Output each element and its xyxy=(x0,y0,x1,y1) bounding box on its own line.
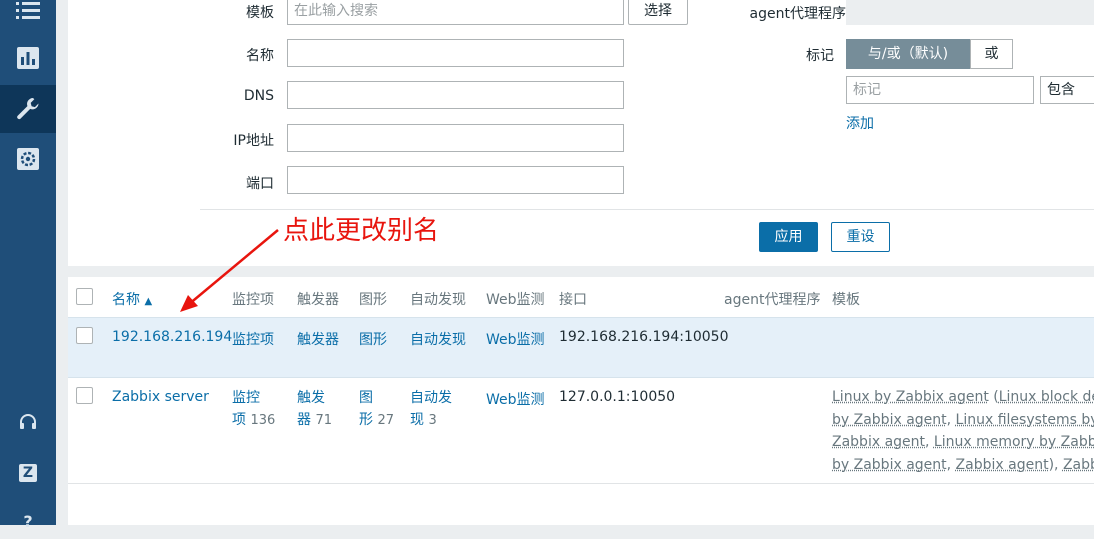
interface-value: 192.168.216.194:10050 xyxy=(559,329,729,345)
list-icon[interactable] xyxy=(0,0,56,28)
dns-input[interactable] xyxy=(287,81,624,109)
sort-asc-icon: ▲ xyxy=(144,296,153,307)
triggers-link[interactable]: 触发器 xyxy=(297,329,339,349)
port-input[interactable] xyxy=(287,166,624,194)
web-column-header: Web监测 xyxy=(486,292,545,308)
template-link[interactable]: Linux block device xyxy=(999,389,1094,405)
add-tag-link[interactable]: 添加 xyxy=(846,113,874,133)
template-link[interactable]: Zabbix agent xyxy=(956,457,1049,473)
graphs-link-cont[interactable]: 形 xyxy=(359,412,373,428)
host-name-link[interactable]: Zabbix server xyxy=(112,389,209,405)
tags-label: 标记 xyxy=(806,48,834,64)
graphs-link[interactable]: 图 xyxy=(359,390,373,406)
hosts-table: 名称 ▲ 监控项 触发器 图形 自动发现 Web监测 接口 agent代理程序 … xyxy=(68,277,1094,525)
zabbix-z-label: Z xyxy=(19,464,37,482)
template-link[interactable]: Zabbix agent xyxy=(832,434,925,450)
triggers-count: 71 xyxy=(315,413,332,428)
headset-icon[interactable] xyxy=(0,404,56,440)
items-count: 136 xyxy=(250,413,276,428)
graphs-count: 27 xyxy=(377,413,394,428)
template-search-input[interactable]: 在此输入搜索 xyxy=(287,0,624,25)
reset-button[interactable]: 重设 xyxy=(831,222,890,252)
web-link[interactable]: Web监测 xyxy=(486,329,545,349)
template-select-button[interactable]: 选择 xyxy=(628,0,688,25)
wrench-icon[interactable] xyxy=(0,85,56,133)
annotation-text: 点此更改别名 xyxy=(283,216,440,246)
items-link[interactable]: 监控 xyxy=(232,390,260,406)
template-link[interactable]: by Zabbix agent xyxy=(832,457,947,473)
web-link[interactable]: Web监测 xyxy=(486,389,545,409)
port-label: 端口 xyxy=(246,176,274,192)
templates-column-header: 模板 xyxy=(832,292,860,308)
graphs-cell: 图 形 27 xyxy=(359,387,394,432)
items-link[interactable]: 监控项 xyxy=(232,329,274,349)
template-link[interactable]: Linux memory by Zabbix ag xyxy=(934,434,1094,450)
tags-andor-option[interactable]: 与/或（默认) xyxy=(846,39,970,69)
triggers-column-header: 触发器 xyxy=(297,292,339,308)
templates-cell: Linux by Zabbix agent (Linux block devic… xyxy=(832,386,1094,476)
graphs-column-header: 图形 xyxy=(359,292,387,308)
host-name-link[interactable]: 192.168.216.194 xyxy=(112,329,232,345)
discovery-link[interactable]: 自动发 xyxy=(410,390,452,406)
proxy-column-header: agent代理程序 xyxy=(724,292,821,308)
template-link[interactable]: Linux filesystems by Zal xyxy=(956,412,1094,428)
name-header-label: 名称 xyxy=(112,292,140,308)
discovery-cell: 自动发 现 3 xyxy=(410,387,452,432)
ip-label: IP地址 xyxy=(233,133,274,149)
dns-label: DNS xyxy=(243,88,274,104)
name-input[interactable] xyxy=(287,39,624,67)
items-column-header: 监控项 xyxy=(232,292,274,308)
table-row: Zabbix server 监控 项 136 触发 器 71 图 形 27 自动… xyxy=(68,378,1094,484)
table-row: 192.168.216.194 监控项 触发器 图形 自动发现 Web监测 19… xyxy=(68,317,1094,378)
gear-icon[interactable] xyxy=(0,141,56,177)
discovery-link-cont[interactable]: 现 xyxy=(410,412,424,428)
filter-panel: 模板 在此输入搜索 选择 agent代理程序 名称 DNS IP地址 端口 标记… xyxy=(68,0,1094,266)
apply-button[interactable]: 应用 xyxy=(759,222,818,252)
sidebar: Z ? xyxy=(0,0,56,531)
help-icon[interactable]: ? xyxy=(0,503,56,539)
triggers-cell: 触发 器 71 xyxy=(297,387,332,432)
triggers-link-cont[interactable]: 器 xyxy=(297,412,311,428)
select-all-checkbox[interactable] xyxy=(76,288,93,305)
template-link[interactable]: Zabbix se xyxy=(1063,457,1094,473)
discovery-column-header: 自动发现 xyxy=(410,292,466,308)
template-link[interactable]: Linux by Zabbix agent xyxy=(832,389,989,405)
discovery-count: 3 xyxy=(428,413,437,428)
ip-input[interactable] xyxy=(287,124,624,152)
triggers-link[interactable]: 触发 xyxy=(297,390,325,406)
interface-value: 127.0.0.1:10050 xyxy=(559,389,676,405)
template-label: 模板 xyxy=(246,5,274,21)
row-checkbox[interactable] xyxy=(76,327,93,344)
proxy-label: agent代理程序 xyxy=(749,6,846,22)
chart-icon[interactable] xyxy=(0,40,56,76)
tag-name-input[interactable]: 标记 xyxy=(846,76,1034,104)
name-label: 名称 xyxy=(246,48,274,64)
template-link[interactable]: by Zabbix agent xyxy=(832,412,947,428)
name-column-header[interactable]: 名称 ▲ xyxy=(112,289,152,309)
content-gutter xyxy=(56,0,68,525)
tag-operator-select[interactable]: 包含 xyxy=(1040,76,1094,104)
items-cell: 监控 项 136 xyxy=(232,387,275,432)
row-checkbox[interactable] xyxy=(76,387,93,404)
graphs-link[interactable]: 图形 xyxy=(359,329,387,349)
items-link-cont[interactable]: 项 xyxy=(232,412,246,428)
interface-column-header: 接口 xyxy=(559,292,587,308)
discovery-link[interactable]: 自动发现 xyxy=(410,329,466,349)
tags-or-option[interactable]: 或 xyxy=(970,39,1013,69)
proxy-field[interactable] xyxy=(846,0,1094,25)
zabbix-z-icon[interactable]: Z xyxy=(0,455,56,491)
